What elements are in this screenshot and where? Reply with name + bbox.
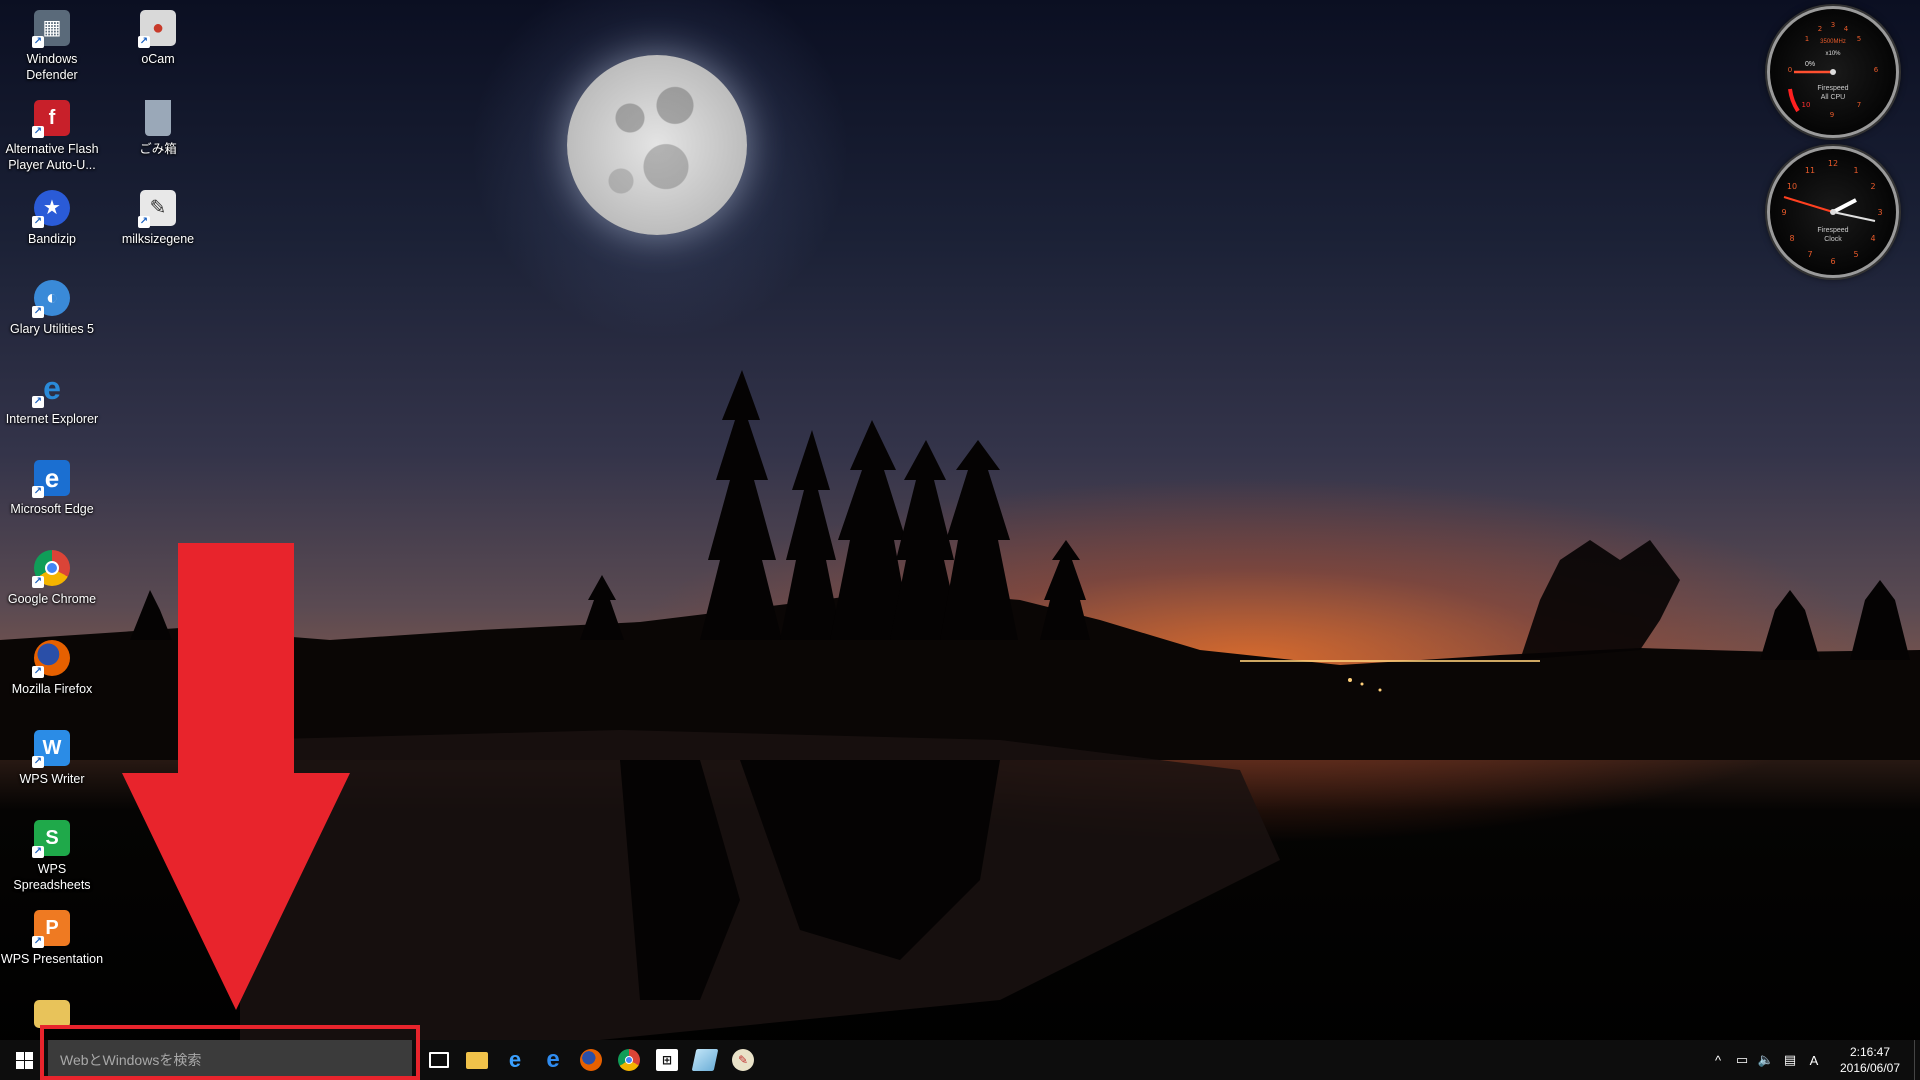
desktop-icon-mozilla-firefox[interactable]: ↗ Mozilla Firefox — [0, 630, 104, 697]
svg-text:4: 4 — [1844, 25, 1849, 33]
tray-network[interactable]: ▭ — [1730, 1040, 1754, 1080]
desktop-wallpaper — [0, 0, 1920, 1080]
tray-overflow-button[interactable]: ^ — [1706, 1040, 1730, 1080]
google-chrome-icon: ↗ — [32, 550, 70, 588]
firefox-icon — [580, 1049, 602, 1071]
taskbar-firefox[interactable] — [572, 1040, 610, 1080]
tray-clock[interactable]: 2:16:47 2016/06/07 — [1826, 1040, 1914, 1080]
svg-text:9: 9 — [1781, 208, 1786, 217]
store-icon: ⊞ — [656, 1049, 678, 1071]
task-view-button[interactable] — [420, 1040, 458, 1080]
svg-text:1: 1 — [1853, 166, 1858, 175]
desktop-icon-bandizip[interactable]: ★ ↗ Bandizip — [0, 180, 104, 247]
desktop-icon-recycle-bin[interactable]: ごみ箱 — [106, 90, 210, 157]
glary-utilities-icon: ◐ ↗ — [32, 280, 70, 318]
svg-text:10: 10 — [1787, 182, 1797, 191]
cpu-gadget-sub: All CPU — [1820, 94, 1846, 101]
svg-text:9: 9 — [1830, 111, 1834, 119]
desktop-icon-milksizegene[interactable]: ✎ ↗ milksizegene — [106, 180, 210, 247]
task-view-icon — [429, 1052, 449, 1068]
folder-shortcut-icon — [34, 1000, 70, 1028]
notepad-icon — [691, 1049, 719, 1071]
desktop-icon-windows-defender[interactable]: ▦ ↗ Windows Defender — [0, 0, 104, 83]
clock-gadget-sub: Clock — [1824, 236, 1842, 243]
svg-text:2: 2 — [1870, 182, 1875, 191]
taskbar-internet-explorer[interactable]: e — [496, 1040, 534, 1080]
svg-text:11: 11 — [1805, 166, 1815, 175]
wps-spreadsheets-icon: S ↗ — [32, 820, 70, 858]
svg-text:6: 6 — [1874, 66, 1879, 74]
microsoft-edge-icon: e ↗ — [32, 460, 70, 498]
file-explorer-icon — [466, 1051, 488, 1069]
clock-gadget-name: Firespeed — [1817, 227, 1849, 234]
desktop-icon-internet-explorer[interactable]: e ↗ Internet Explorer — [0, 360, 104, 427]
bandizip-icon: ★ ↗ — [32, 190, 70, 228]
show-desktop-button[interactable] — [1914, 1040, 1920, 1080]
system-tray: ^ ▭ 🔈 ▤ A 2:16:47 2016/06/07 — [1706, 1040, 1920, 1080]
svg-text:12: 12 — [1828, 159, 1838, 168]
recycle-bin-icon — [145, 100, 171, 136]
svg-text:7: 7 — [1807, 250, 1812, 259]
speaker-icon: 🔈 — [1757, 1052, 1775, 1067]
tray-ime[interactable]: A — [1802, 1040, 1826, 1080]
desktop-icon-wps-presentation[interactable]: P ↗ WPS Presentation — [0, 900, 104, 967]
chrome-icon — [618, 1049, 640, 1071]
desktop-icon-ocam[interactable]: ● ↗ oCam — [106, 0, 210, 67]
desktop-icon-microsoft-edge[interactable]: e ↗ Microsoft Edge — [0, 450, 104, 517]
taskbar-paint[interactable]: ✎ — [724, 1040, 762, 1080]
internet-explorer-icon: e — [508, 1047, 522, 1072]
desktop-icon-wps-writer[interactable]: W ↗ WPS Writer — [0, 720, 104, 787]
landscape-silhouette — [0, 370, 1920, 1040]
svg-text:2: 2 — [1818, 25, 1822, 33]
taskbar-chrome[interactable] — [610, 1040, 648, 1080]
search-highlight-box — [40, 1025, 420, 1080]
taskbar-store[interactable]: ⊞ — [648, 1040, 686, 1080]
wps-writer-icon: W ↗ — [32, 730, 70, 768]
svg-text:3: 3 — [1877, 208, 1882, 217]
desktop-icon-google-chrome[interactable]: ↗ Google Chrome — [0, 540, 104, 607]
microsoft-edge-icon: e — [546, 1046, 560, 1073]
tray-action-center[interactable]: ▤ — [1778, 1040, 1802, 1080]
action-center-icon: ▤ — [1783, 1052, 1797, 1067]
network-icon: ▭ — [1735, 1052, 1749, 1067]
cpu-mult-label: x10% — [1825, 51, 1841, 57]
cpu-usage-label: 0% — [1804, 61, 1816, 68]
ocam-icon: ● ↗ — [138, 10, 176, 48]
clock-time: 2:16:47 — [1849, 1045, 1891, 1059]
taskbar-notepad[interactable] — [686, 1040, 724, 1080]
cpu-freq-label: 3500MHz — [1820, 39, 1846, 45]
chevron-up-icon: ^ — [1714, 1052, 1722, 1068]
svg-text:7: 7 — [1857, 101, 1861, 109]
svg-text:10: 10 — [1802, 101, 1811, 109]
castle-wall-icon: ▦ ↗ — [32, 10, 70, 48]
firefox-icon: ↗ — [32, 640, 70, 678]
cpu-gauge: 12 3 45 06 10 79 — [1788, 21, 1879, 119]
clock-date: 2016/06/07 — [1839, 1061, 1901, 1075]
svg-text:6: 6 — [1830, 257, 1835, 266]
svg-text:5: 5 — [1853, 250, 1858, 259]
pinned-apps: e e ⊞ ✎ — [420, 1040, 762, 1080]
wps-presentation-icon: P ↗ — [32, 910, 70, 948]
milksizegene-icon: ✎ ↗ — [138, 190, 176, 228]
svg-text:3: 3 — [1831, 21, 1835, 29]
paint-icon: ✎ — [732, 1049, 754, 1071]
internet-explorer-icon: e ↗ — [32, 370, 61, 408]
taskbar-file-explorer[interactable] — [458, 1040, 496, 1080]
cpu-gadget-name: Firespeed — [1817, 85, 1849, 92]
windows-logo-icon — [15, 1051, 33, 1069]
cpu-meter-gadget[interactable]: 12345 06 10 7 9 3500MHz x10% 0% Firespeed … — [1767, 6, 1899, 138]
clock-gadget[interactable]: 12 1 2 3 4567 8 9 10 11 Firespeed Clock — [1767, 146, 1899, 278]
flash-player-icon: f ↗ — [32, 100, 70, 138]
desktop-icon-alternative-flash-player[interactable]: f ↗ Alternative Flash Player Auto-U... — [0, 90, 104, 173]
desktop-icon-wps-spreadsheets[interactable]: S ↗ WPS Spreadsheets — [0, 810, 104, 893]
ime-indicator: A — [1809, 1052, 1819, 1068]
taskbar-microsoft-edge[interactable]: e — [534, 1040, 572, 1080]
tray-volume[interactable]: 🔈 — [1754, 1040, 1778, 1080]
analog-clock: 12123 4567 891011 — [1781, 159, 1882, 266]
desktop-icon-glary-utilities[interactable]: ◐ ↗ Glary Utilities 5 — [0, 270, 104, 337]
